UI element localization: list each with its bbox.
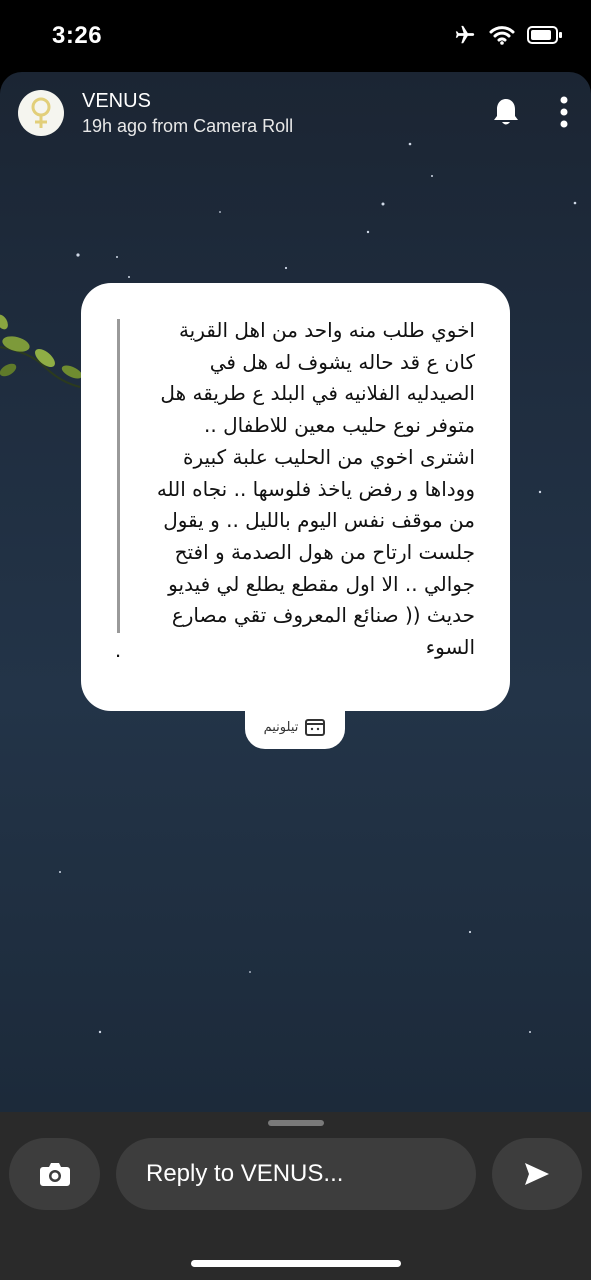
card-trailing-dot: . (115, 637, 122, 662)
bell-icon[interactable] (491, 96, 521, 128)
wifi-icon (489, 26, 515, 45)
telonym-box-icon (305, 719, 326, 736)
telonym-sticker-tab[interactable]: تيلونيم (245, 705, 345, 749)
status-bar: 3:26 (0, 0, 591, 72)
more-vertical-icon[interactable] (557, 96, 571, 128)
send-arrow-icon (525, 1163, 549, 1185)
avatar[interactable] (18, 90, 64, 136)
camera-button[interactable] (9, 1138, 100, 1210)
status-time: 3:26 (52, 22, 103, 49)
story-text-card: اخوي طلب منه واحد من اهل القرية كان ع قد… (81, 283, 510, 711)
reply-placeholder: Reply to VENUS... (146, 1160, 344, 1187)
drag-handle[interactable] (268, 1120, 324, 1126)
battery-icon (527, 26, 562, 44)
card-text: اخوي طلب منه واحد من اهل القرية كان ع قد… (156, 318, 475, 660)
home-indicator[interactable] (191, 1260, 401, 1267)
airplane-icon (455, 25, 475, 44)
quote-bar (117, 319, 120, 633)
story-timestamp: 19h ago from Camera Roll (82, 116, 294, 136)
send-button[interactable] (492, 1138, 582, 1210)
camera-icon (39, 1163, 70, 1186)
reply-input[interactable]: Reply to VENUS... (116, 1138, 476, 1210)
venus-symbol-icon (31, 97, 51, 128)
story-username[interactable]: VENUS (82, 90, 151, 113)
status-icons (453, 24, 563, 46)
telonym-label: تيلونيم (263, 719, 299, 735)
